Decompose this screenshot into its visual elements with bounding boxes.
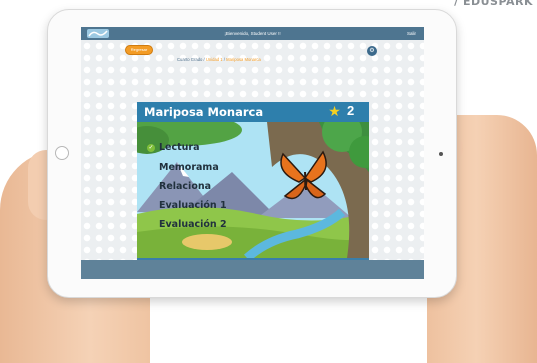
star-icon: ★ xyxy=(328,103,341,119)
app-bottombar xyxy=(81,260,424,279)
tablet-screen: ¡Bienvenido, Student User !! Salir Regre… xyxy=(81,27,424,279)
lesson-title: Mariposa Monarca xyxy=(144,105,264,119)
exit-link[interactable]: Salir xyxy=(407,31,416,36)
menu-item-evaluacion-2[interactable]: Evaluación 2 xyxy=(159,219,227,230)
menu-item-relaciona[interactable]: Relaciona xyxy=(159,181,211,192)
card-header: Mariposa Monarca ★ 2 xyxy=(137,102,369,122)
check-icon: ✓ xyxy=(147,144,155,152)
welcome-text: ¡Bienvenido, Student User !! xyxy=(224,31,281,36)
breadcrumb-lesson: Mariposa Monarca xyxy=(226,57,261,62)
breadcrumb: Cuarto Grado / Unidad 1 / Mariposa Monar… xyxy=(177,57,261,62)
brand-watermark: / EDUSPARK xyxy=(454,0,533,8)
home-button[interactable] xyxy=(55,146,69,160)
camera-icon xyxy=(439,152,443,156)
lesson-card: Mariposa Monarca ★ 2 ✓ Lectura Memorama … xyxy=(137,102,369,272)
breadcrumb-unit[interactable]: Unidad 1 xyxy=(206,57,223,62)
back-button[interactable]: Regresar xyxy=(125,45,153,55)
tablet-device: ¡Bienvenido, Student User !! Salir Regre… xyxy=(47,9,457,298)
settings-icon[interactable]: ⚙ xyxy=(367,46,377,56)
menu-item-memorama[interactable]: Memorama xyxy=(159,162,219,173)
app-topbar: ¡Bienvenido, Student User !! Salir xyxy=(81,27,424,40)
main-content: Regresar Cuarto Grado / Unidad 1 / Marip… xyxy=(81,40,424,272)
menu-item-evaluacion-1[interactable]: Evaluación 1 xyxy=(159,200,227,211)
level-number: 2 xyxy=(347,103,355,118)
breadcrumb-grade[interactable]: Cuarto Grado xyxy=(177,57,202,62)
menu-item-lectura[interactable]: Lectura xyxy=(159,142,200,153)
